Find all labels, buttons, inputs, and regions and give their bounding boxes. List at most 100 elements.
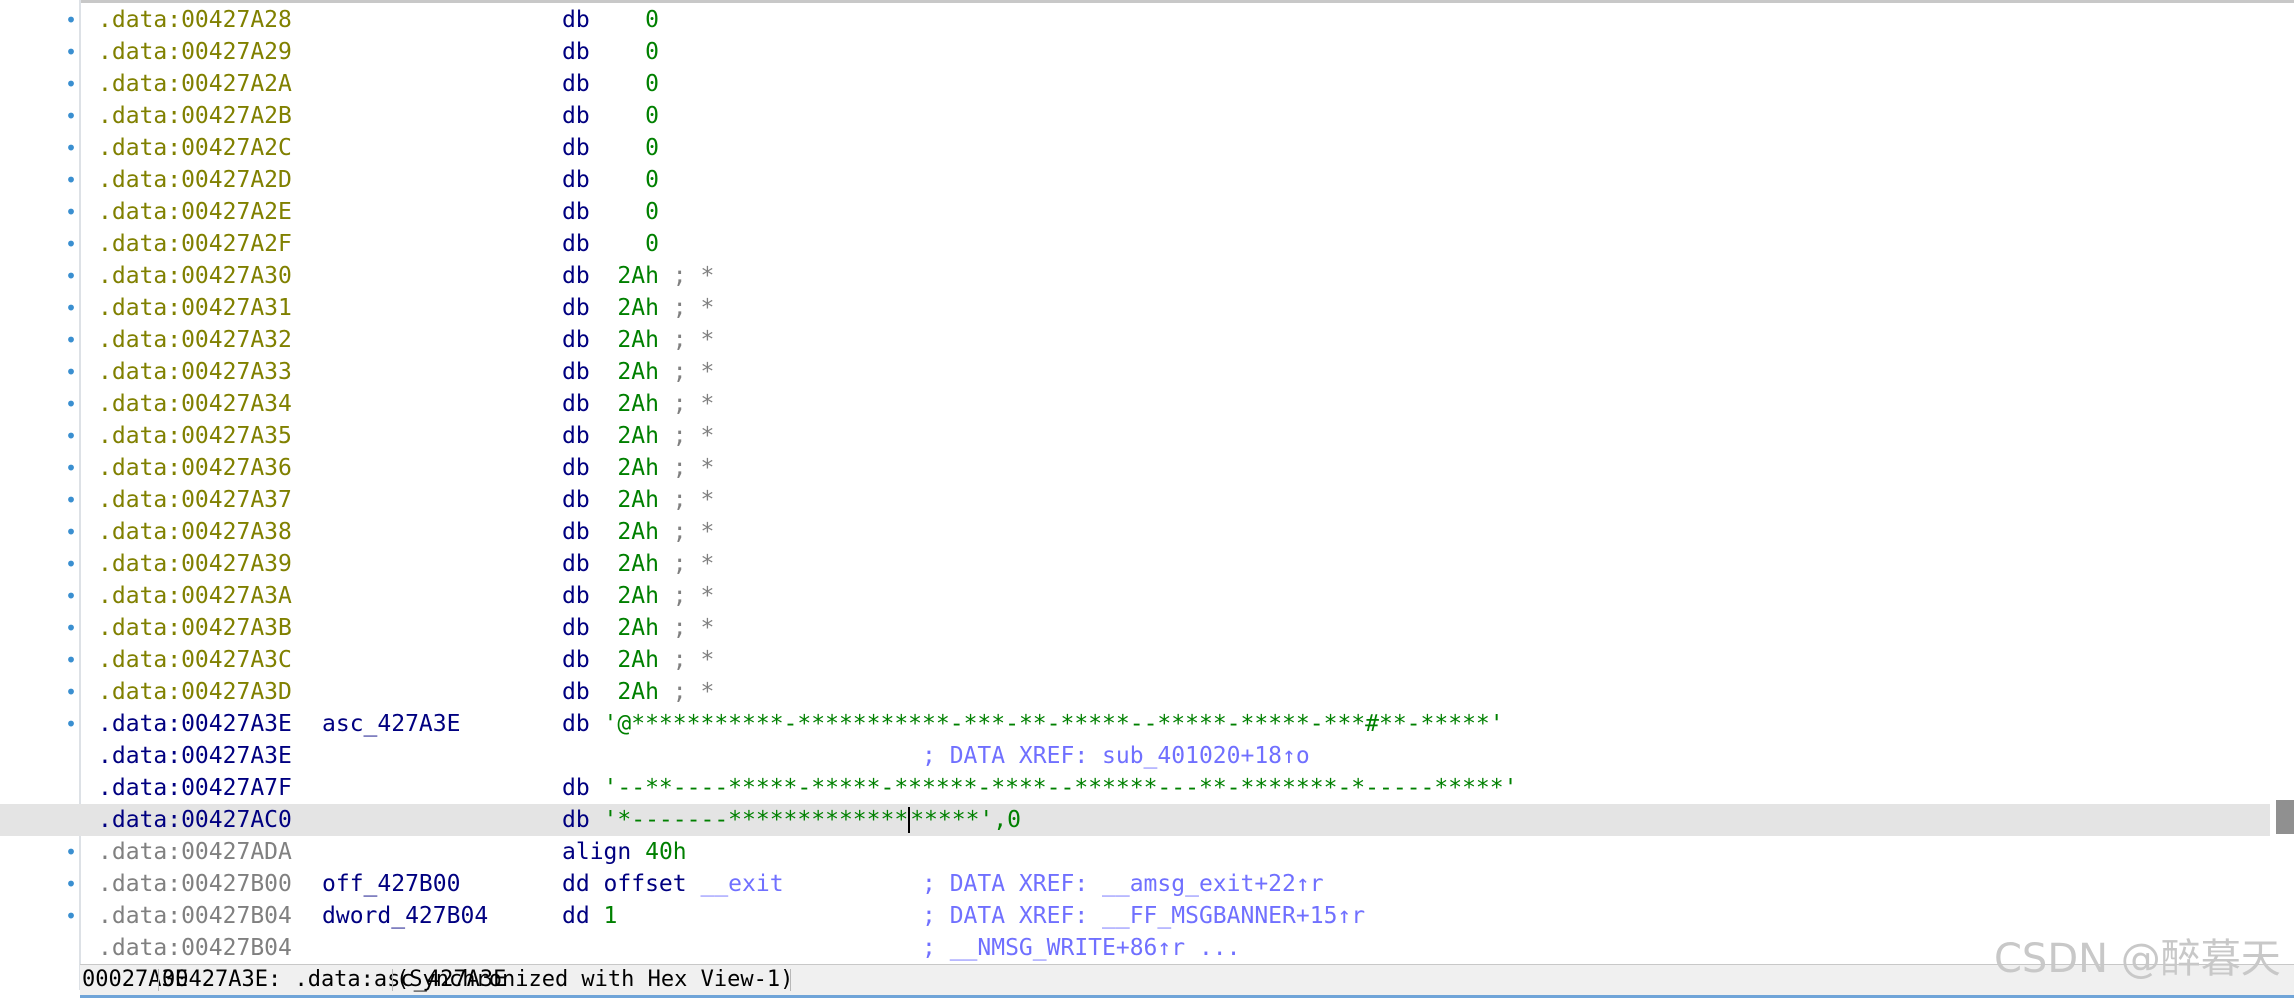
instruction[interactable]: db 2Ah ; * <box>562 644 714 676</box>
instruction[interactable]: db 0 <box>562 36 659 68</box>
line-address[interactable]: .data:00427A35 <box>98 420 292 452</box>
line-address[interactable]: .data:00427A32 <box>98 324 292 356</box>
line-address[interactable]: .data:00427B00 <box>98 868 292 900</box>
instruction[interactable]: db 2Ah ; * <box>562 612 714 644</box>
instruction[interactable]: db 2Ah ; * <box>562 260 714 292</box>
listing-line[interactable]: • .data:00427A2E db 0 <box>0 196 2270 228</box>
listing-line[interactable]: • .data:00427B04 dword_427B04 dd 1 ; DATA XR… <box>0 900 2270 932</box>
instruction[interactable]: db 0 <box>562 68 659 100</box>
line-address[interactable]: .data:00427A3B <box>98 612 292 644</box>
listing-line[interactable]: .data:00427B04 ; __NMSG_WRITE+86↑r ... <box>0 932 2270 964</box>
listing-line[interactable]: • .data:00427A3E asc_427A3E db '@**********… <box>0 708 2270 740</box>
line-address[interactable]: .data:00427A34 <box>98 388 292 420</box>
line-address[interactable]: .data:00427A28 <box>98 4 292 36</box>
listing-line[interactable]: • .data:00427A33 db 2Ah ; * <box>0 356 2270 388</box>
disassembly-listing[interactable]: • .data:00427A28 db 0 • .data:00427A29 db 0 •.… <box>0 4 2270 964</box>
instruction[interactable]: db 0 <box>562 100 659 132</box>
symbol-name[interactable]: off_427B00 <box>322 868 460 900</box>
instruction[interactable]: db 2Ah ; * <box>562 324 714 356</box>
line-address[interactable]: .data:00427A3C <box>98 644 292 676</box>
listing-line[interactable]: • .data:00427ADA align 40h <box>0 836 2270 868</box>
instruction[interactable]: db '--**----*****-*****-******-****--***… <box>562 772 1517 804</box>
line-address[interactable]: .data:00427A31 <box>98 292 292 324</box>
listing-line[interactable]: .data:00427A7F db '--**----*****-*****-**… <box>0 772 2270 804</box>
line-address[interactable]: .data:00427A2B <box>98 100 292 132</box>
instruction[interactable]: db '@***********-***********-***-**-****… <box>562 708 1504 740</box>
listing-line[interactable]: • .data:00427A2F db 0 <box>0 228 2270 260</box>
listing-line[interactable]: • .data:00427A30 db 2Ah ; * <box>0 260 2270 292</box>
xref-comment[interactable]: ; DATA XREF: __amsg_exit+22↑r <box>922 868 1324 900</box>
instruction[interactable]: db 0 <box>562 228 659 260</box>
listing-line[interactable]: • .data:00427A35 db 2Ah ; * <box>0 420 2270 452</box>
listing-line[interactable]: • .data:00427A39 db 2Ah ; * <box>0 548 2270 580</box>
line-address[interactable]: .data:00427A36 <box>98 452 292 484</box>
listing-line[interactable]: • .data:00427A3B db 2Ah ; * <box>0 612 2270 644</box>
line-address[interactable]: .data:00427A29 <box>98 36 292 68</box>
line-address[interactable]: .data:00427A2C <box>98 132 292 164</box>
line-address[interactable]: .data:00427A2F <box>98 228 292 260</box>
instruction[interactable]: db 0 <box>562 196 659 228</box>
xref-comment[interactable]: ; DATA XREF: __FF_MSGBANNER+15↑r <box>922 900 1365 932</box>
symbol-name[interactable]: dword_427B04 <box>322 900 488 932</box>
instruction[interactable]: db 2Ah ; * <box>562 420 714 452</box>
listing-line[interactable]: • .data:00427A3D db 2Ah ; * <box>0 676 2270 708</box>
line-address[interactable]: .data:00427ADA <box>98 836 292 868</box>
listing-line[interactable]: • .data:00427A29 db 0 <box>0 36 2270 68</box>
instruction[interactable]: db 2Ah ; * <box>562 484 714 516</box>
instruction[interactable]: db 2Ah ; * <box>562 388 714 420</box>
scrollbar-thumb[interactable] <box>2276 800 2294 834</box>
instruction[interactable]: db 2Ah ; * <box>562 452 714 484</box>
listing-line[interactable]: • .data:00427A32 db 2Ah ; * <box>0 324 2270 356</box>
xref-text[interactable]: ; __NMSG_WRITE+86↑r ... <box>922 935 1241 961</box>
listing-line[interactable]: • .data:00427A2C db 0 <box>0 132 2270 164</box>
line-address[interactable]: .data:00427A33 <box>98 356 292 388</box>
instruction[interactable]: db 2Ah ; * <box>562 580 714 612</box>
instruction[interactable]: align 40h <box>562 836 687 868</box>
line-address[interactable]: .data:00427A3E <box>98 708 292 740</box>
listing-line[interactable]: • .data:00427A2A db 0 <box>0 68 2270 100</box>
line-address[interactable]: .data:00427A30 <box>98 260 292 292</box>
line-address[interactable]: .data:00427A39 <box>98 548 292 580</box>
listing-line[interactable]: • .data:00427A3C db 2Ah ; * <box>0 644 2270 676</box>
operand-link[interactable]: __exit <box>700 871 783 897</box>
line-address[interactable]: .data:00427A2E <box>98 196 292 228</box>
instruction[interactable]: db 2Ah ; * <box>562 548 714 580</box>
xref-comment[interactable]: ; __NMSG_WRITE+86↑r ... <box>922 932 1241 964</box>
listing-line[interactable]: • .data:00427A34 db 2Ah ; * <box>0 388 2270 420</box>
instruction[interactable]: db 0 <box>562 164 659 196</box>
listing-line-current[interactable]: .data:00427AC0 db '*-------**************… <box>0 804 2270 836</box>
line-address[interactable]: .data:00427A38 <box>98 516 292 548</box>
instruction[interactable]: dd 1 <box>562 900 617 932</box>
listing-line[interactable]: • .data:00427A38 db 2Ah ; * <box>0 516 2270 548</box>
xref-text[interactable]: ; DATA XREF: __amsg_exit+22↑r <box>922 871 1324 897</box>
listing-line[interactable]: • .data:00427A3A db 2Ah ; * <box>0 580 2270 612</box>
instruction[interactable]: db 2Ah ; * <box>562 356 714 388</box>
instruction[interactable]: db 0 <box>562 132 659 164</box>
instruction[interactable]: db 0 <box>562 4 659 36</box>
listing-line[interactable]: • .data:00427B00 off_427B00 dd offset __exi… <box>0 868 2270 900</box>
listing-line[interactable]: • .data:00427A2B db 0 <box>0 100 2270 132</box>
symbol-name[interactable]: asc_427A3E <box>322 708 460 740</box>
instruction[interactable]: db 2Ah ; * <box>562 676 714 708</box>
xref-comment[interactable]: ; DATA XREF: sub_401020+18↑o <box>922 740 1310 772</box>
line-address[interactable]: .data:00427B04 <box>98 900 292 932</box>
line-address[interactable]: .data:00427A3D <box>98 676 292 708</box>
instruction[interactable]: dd offset __exit <box>562 868 784 900</box>
listing-line[interactable]: .data:00427A3E ; DATA XREF: sub_401020+18… <box>0 740 2270 772</box>
line-address[interactable]: .data:00427A37 <box>98 484 292 516</box>
line-address[interactable]: .data:00427A3A <box>98 580 292 612</box>
instruction[interactable]: db 2Ah ; * <box>562 292 714 324</box>
instruction[interactable]: db 2Ah ; * <box>562 516 714 548</box>
listing-line[interactable]: • .data:00427A28 db 0 <box>0 4 2270 36</box>
line-address[interactable]: .data:00427AC0 <box>98 804 292 836</box>
listing-line[interactable]: • .data:00427A2D db 0 <box>0 164 2270 196</box>
line-address[interactable]: .data:00427A2D <box>98 164 292 196</box>
listing-line[interactable]: • .data:00427A37 db 2Ah ; * <box>0 484 2270 516</box>
instruction[interactable]: db '*-------******************',0 <box>562 804 1021 836</box>
xref-text[interactable]: ; DATA XREF: sub_401020+18↑o <box>922 743 1310 769</box>
listing-line[interactable]: • .data:00427A31 db 2Ah ; * <box>0 292 2270 324</box>
xref-text[interactable]: ; DATA XREF: __FF_MSGBANNER+15↑r <box>922 903 1365 929</box>
line-address[interactable]: .data:00427A3E <box>98 740 292 772</box>
line-address[interactable]: .data:00427A7F <box>98 772 292 804</box>
listing-line[interactable]: • .data:00427A36 db 2Ah ; * <box>0 452 2270 484</box>
